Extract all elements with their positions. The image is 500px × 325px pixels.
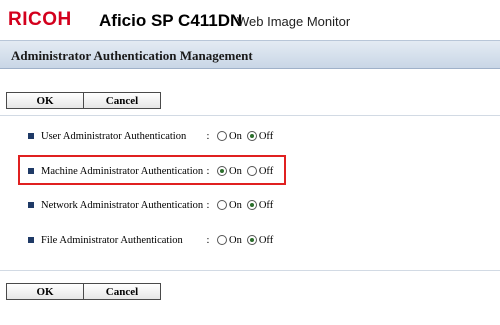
- setting-label: File Administrator Authentication: [41, 234, 183, 246]
- radio-off-selected-icon[interactable]: [246, 131, 257, 141]
- radio-off-selected-icon[interactable]: [246, 235, 257, 245]
- divider-top: [0, 115, 500, 116]
- radio-off-label: Off: [258, 130, 274, 142]
- radio-on-selected-icon[interactable]: [217, 166, 227, 176]
- bullet-icon: [28, 237, 34, 243]
- header: RICOH Aficio SP C411DN Web Image Monitor: [0, 0, 500, 40]
- radio-on[interactable]: On: [217, 131, 245, 142]
- radio-on-label: On: [229, 234, 242, 246]
- colon: :: [206, 130, 210, 142]
- radio-off[interactable]: Off: [246, 199, 276, 211]
- top-button-group: OK Cancel: [6, 92, 161, 109]
- setting-row-machine-admin: Machine Administrator Authentication : O…: [28, 163, 276, 179]
- radio-on[interactable]: On: [217, 166, 245, 177]
- setting-row-network-admin: Network Administrator Authentication : O…: [28, 197, 276, 213]
- setting-row-user-admin: User Administrator Authentication : On O…: [28, 128, 276, 144]
- radio-on-label: On: [229, 165, 242, 177]
- colon: :: [206, 234, 210, 246]
- page-title: Administrator Authentication Management: [11, 48, 253, 63]
- radio-off-label: Off: [258, 234, 274, 246]
- bullet-icon: [28, 133, 34, 139]
- ricoh-logo: RICOH: [8, 9, 72, 30]
- radio-on-label: On: [229, 199, 242, 211]
- radio-on-icon[interactable]: [217, 131, 227, 141]
- radio-off[interactable]: Off: [246, 165, 276, 177]
- printer-model: Aficio SP C411DN: [99, 11, 243, 30]
- radio-off-label: Off: [258, 199, 274, 211]
- radio-on-icon[interactable]: [217, 200, 227, 210]
- cancel-button-bottom[interactable]: Cancel: [83, 284, 160, 299]
- radio-off[interactable]: Off: [246, 130, 276, 142]
- radio-on[interactable]: On: [217, 235, 245, 246]
- ok-button-top[interactable]: OK: [7, 93, 83, 108]
- setting-label: Network Administrator Authentication: [41, 199, 204, 211]
- ok-button-bottom[interactable]: OK: [7, 284, 83, 299]
- colon: :: [206, 165, 210, 177]
- radio-off-selected-icon[interactable]: [246, 200, 257, 210]
- setting-label: User Administrator Authentication: [41, 130, 187, 142]
- radio-on[interactable]: On: [217, 200, 245, 211]
- radio-on-label: On: [229, 130, 242, 142]
- colon: :: [206, 199, 210, 211]
- radio-on-icon[interactable]: [217, 235, 227, 245]
- title-bar: Administrator Authentication Management: [0, 40, 500, 69]
- radio-off-label: Off: [258, 165, 274, 177]
- radio-off-icon[interactable]: [246, 166, 257, 176]
- bottom-button-group: OK Cancel: [6, 283, 161, 300]
- setting-label: Machine Administrator Authentication: [41, 165, 204, 177]
- setting-row-file-admin: File Administrator Authentication : On O…: [28, 232, 276, 248]
- cancel-button-top[interactable]: Cancel: [83, 93, 160, 108]
- bullet-icon: [28, 202, 34, 208]
- divider-bottom: [0, 270, 500, 271]
- bullet-icon: [28, 168, 34, 174]
- app-subtitle: Web Image Monitor: [237, 14, 351, 29]
- radio-off[interactable]: Off: [246, 234, 276, 246]
